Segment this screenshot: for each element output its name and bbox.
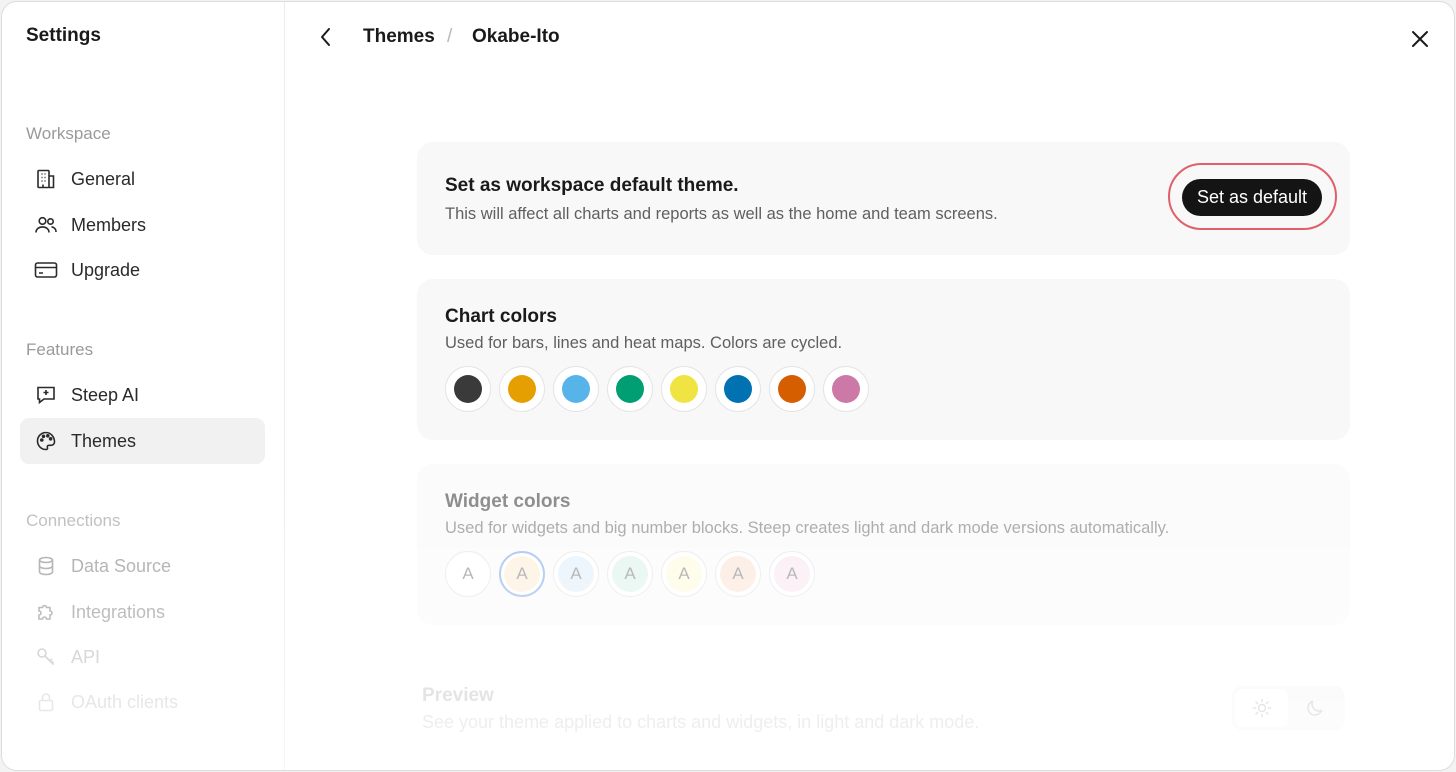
widget-color-swatches: AAAAAAA bbox=[445, 551, 823, 597]
widget-swatch-letter: A bbox=[666, 556, 702, 592]
sidebar-item-api[interactable]: API bbox=[20, 634, 265, 680]
color-dot bbox=[670, 375, 698, 403]
puzzle-icon bbox=[34, 600, 58, 624]
color-dot bbox=[832, 375, 860, 403]
sidebar-title: Settings bbox=[26, 25, 101, 46]
widget-swatch-letter: A bbox=[558, 556, 594, 592]
sidebar-item-oauth-clients[interactable]: OAuth clients bbox=[20, 679, 265, 725]
widget-color-swatch[interactable]: A bbox=[499, 551, 545, 597]
preview-title: Preview bbox=[422, 685, 494, 706]
sidebar-item-label: Upgrade bbox=[71, 259, 141, 280]
sidebar-item-label: API bbox=[71, 646, 101, 667]
credit-card-icon bbox=[34, 258, 58, 282]
settings-window: Settings Workspace General Members Upgra… bbox=[1, 1, 1455, 771]
sidebar-item-integrations[interactable]: Integrations bbox=[20, 589, 265, 635]
back-button[interactable] bbox=[314, 24, 338, 50]
widget-colors-card: Widget colors Used for widgets and big n… bbox=[417, 464, 1350, 625]
section-label-features: Features bbox=[26, 340, 94, 359]
color-dot bbox=[724, 375, 752, 403]
breadcrumb-separator: / bbox=[447, 26, 453, 47]
sidebar-item-data-source[interactable]: Data Source bbox=[20, 543, 265, 589]
widget-swatch-letter: A bbox=[720, 556, 756, 592]
sidebar-item-label: OAuth clients bbox=[71, 691, 179, 712]
users-icon bbox=[34, 213, 58, 237]
chart-color-swatch[interactable] bbox=[445, 366, 491, 412]
sidebar-item-upgrade[interactable]: Upgrade bbox=[20, 247, 265, 293]
database-icon bbox=[34, 554, 58, 578]
color-dot bbox=[778, 375, 806, 403]
chart-color-swatch[interactable] bbox=[769, 366, 815, 412]
chart-color-swatch[interactable] bbox=[607, 366, 653, 412]
widget-color-swatch[interactable]: A bbox=[553, 551, 599, 597]
chevron-left-icon bbox=[321, 28, 330, 46]
widget-colors-subtitle: Used for widgets and big number blocks. … bbox=[445, 519, 1170, 537]
color-dot bbox=[616, 375, 644, 403]
default-theme-title: Set as workspace default theme. bbox=[445, 175, 739, 196]
widget-swatch-letter: A bbox=[450, 556, 486, 592]
lock-icon bbox=[34, 690, 58, 714]
theme-mode-toggle bbox=[1232, 686, 1345, 730]
chart-color-swatch[interactable] bbox=[715, 366, 761, 412]
default-theme-card: Set as workspace default theme. This wil… bbox=[417, 142, 1350, 255]
widget-color-swatch[interactable]: A bbox=[661, 551, 707, 597]
moon-icon bbox=[1306, 700, 1322, 716]
section-label-connections: Connections bbox=[26, 511, 121, 530]
sidebar-item-label: Steep AI bbox=[71, 384, 140, 405]
palette-icon bbox=[34, 429, 58, 453]
chart-colors-card: Chart colors Used for bars, lines and he… bbox=[417, 279, 1350, 440]
color-dot bbox=[454, 375, 482, 403]
light-mode-button[interactable] bbox=[1235, 689, 1288, 727]
widget-color-swatch[interactable]: A bbox=[607, 551, 653, 597]
sidebar-item-members[interactable]: Members bbox=[20, 202, 265, 248]
sun-icon bbox=[1252, 698, 1271, 718]
chart-color-swatch[interactable] bbox=[499, 366, 545, 412]
color-dot bbox=[562, 375, 590, 403]
sidebar-item-label: Themes bbox=[71, 430, 137, 451]
close-button[interactable] bbox=[1407, 26, 1433, 52]
preview-subtitle: See your theme applied to charts and wid… bbox=[422, 712, 980, 732]
widget-colors-title: Widget colors bbox=[445, 491, 571, 512]
dark-mode-button[interactable] bbox=[1288, 689, 1341, 727]
widget-swatch-letter: A bbox=[504, 556, 540, 592]
sidebar-item-general[interactable]: General bbox=[20, 156, 265, 202]
chart-color-swatch[interactable] bbox=[823, 366, 869, 412]
sidebar-item-label: Integrations bbox=[71, 601, 166, 622]
sidebar-item-label: Data Source bbox=[71, 555, 172, 576]
widget-swatch-letter: A bbox=[612, 556, 648, 592]
chart-color-swatch[interactable] bbox=[661, 366, 707, 412]
page-title: Okabe-Ito bbox=[472, 26, 560, 47]
key-icon bbox=[34, 645, 58, 669]
chart-colors-subtitle: Used for bars, lines and heat maps. Colo… bbox=[445, 334, 843, 352]
breadcrumb-themes[interactable]: Themes bbox=[363, 26, 435, 48]
default-theme-subtitle: This will affect all charts and reports … bbox=[445, 205, 998, 223]
widget-swatch-letter: A bbox=[774, 556, 810, 592]
sidebar-item-label: General bbox=[71, 168, 136, 189]
sidebar-item-label: Members bbox=[71, 214, 147, 235]
section-label-workspace: Workspace bbox=[26, 124, 111, 143]
ai-chat-icon bbox=[34, 383, 58, 407]
chart-colors-title: Chart colors bbox=[445, 306, 557, 327]
widget-color-swatch[interactable]: A bbox=[445, 551, 491, 597]
sidebar-item-steep-ai[interactable]: Steep AI bbox=[20, 372, 265, 418]
set-as-default-button[interactable]: Set as default bbox=[1182, 179, 1322, 216]
chart-color-swatch[interactable] bbox=[553, 366, 599, 412]
chart-color-swatches bbox=[445, 366, 877, 412]
widget-color-swatch[interactable]: A bbox=[715, 551, 761, 597]
sidebar: Settings Workspace General Members Upgra… bbox=[2, 2, 285, 770]
widget-color-swatch[interactable]: A bbox=[769, 551, 815, 597]
building-icon bbox=[34, 167, 58, 191]
close-icon bbox=[1412, 31, 1428, 47]
sidebar-item-themes[interactable]: Themes bbox=[20, 418, 265, 464]
color-dot bbox=[508, 375, 536, 403]
